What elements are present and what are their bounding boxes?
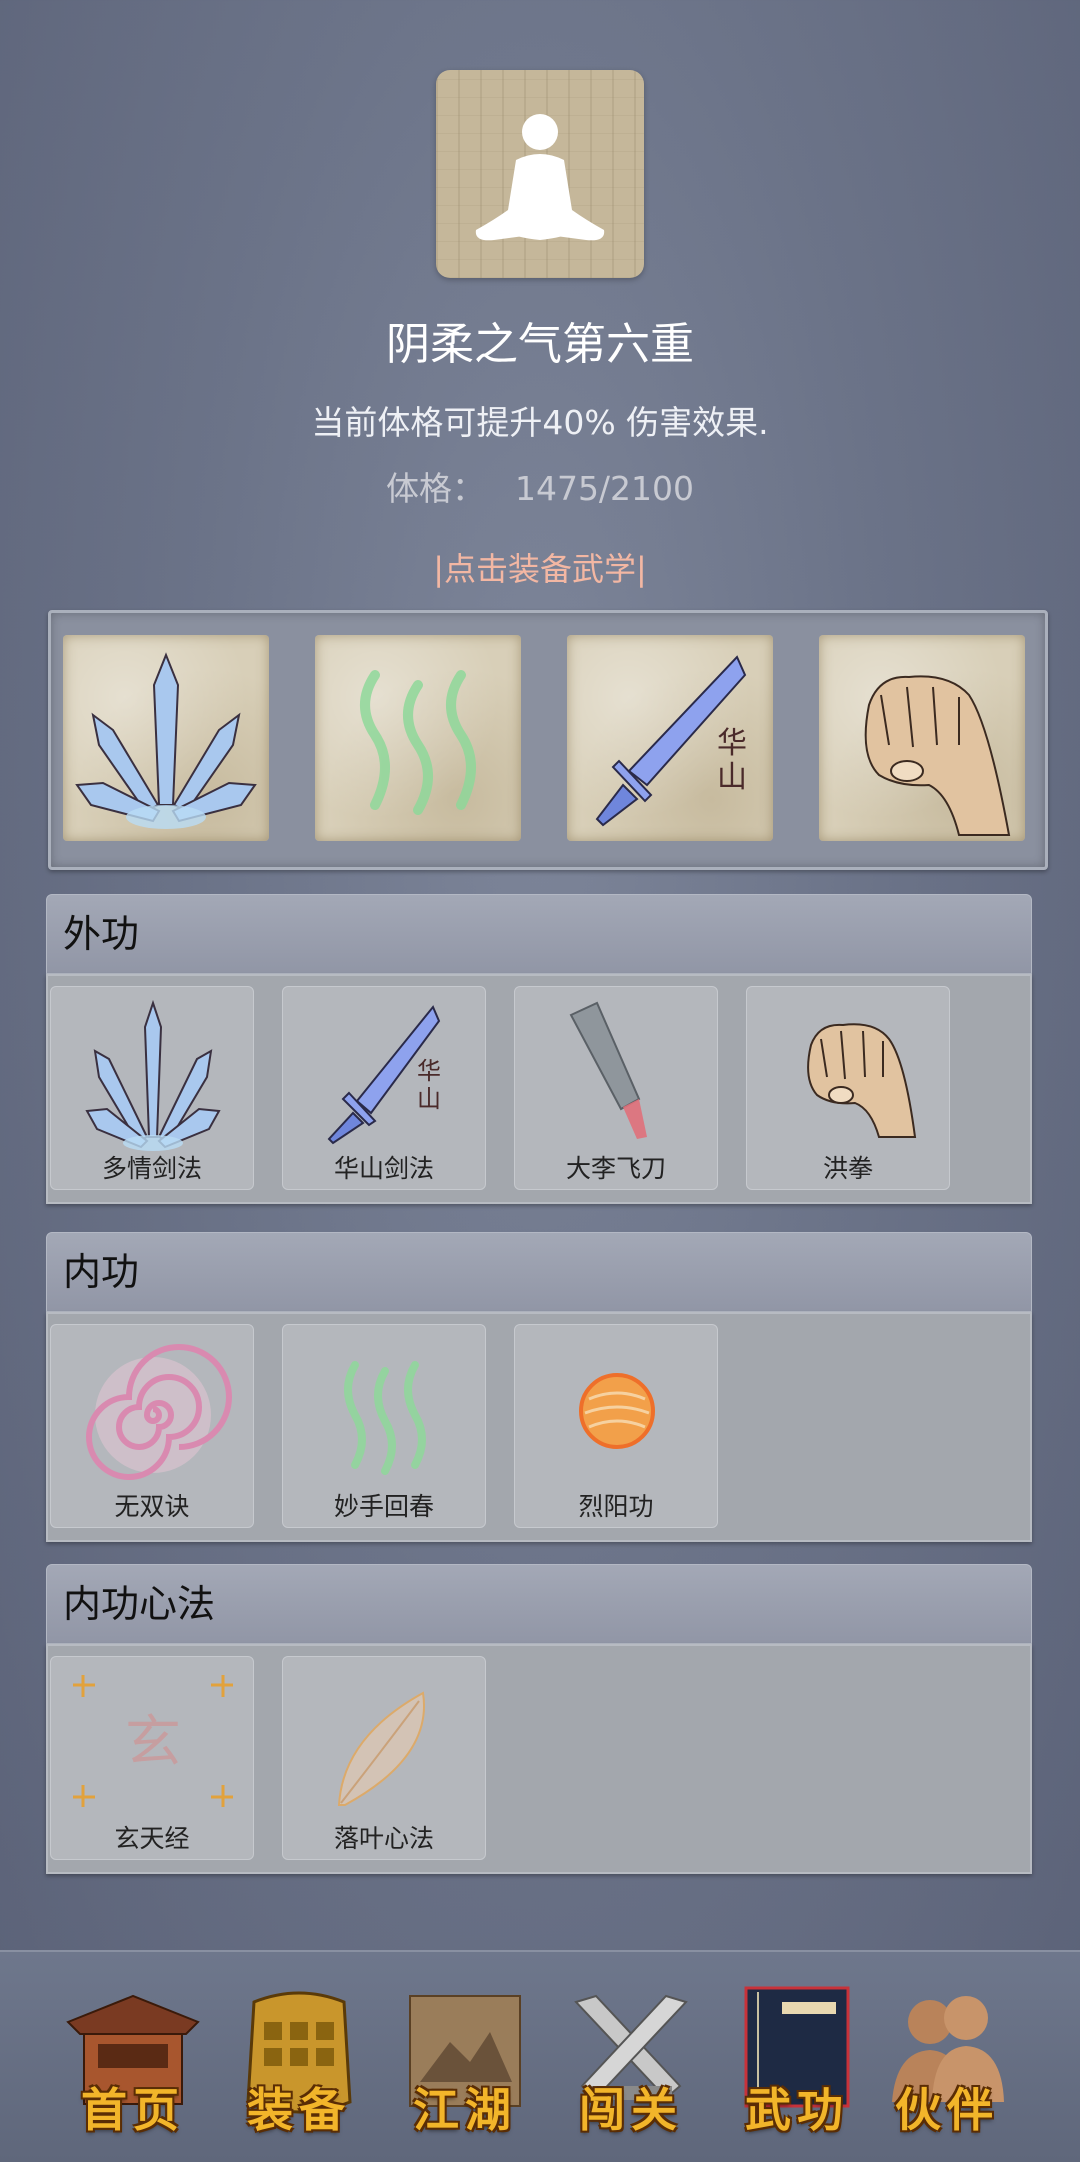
skill-card[interactable]: 洪拳: [746, 986, 950, 1190]
section-body-neigong: 无双诀 妙手回春 烈阳功: [46, 1312, 1032, 1542]
skill-name: 落叶心法: [333, 1824, 434, 1853]
section-header-xinfa: 内功心法: [46, 1564, 1032, 1644]
meditation-icon: [475, 114, 605, 241]
green-wave-icon: [344, 1361, 426, 1475]
bottom-nav: 首页 装备 江湖 闯关 武功 伙伴: [0, 1950, 1080, 2162]
equipped-slot-4[interactable]: [819, 635, 1025, 841]
xuan-scroll-icon: 玄: [73, 1675, 233, 1807]
nav-equipment[interactable]: 装备: [224, 1982, 374, 2142]
skill-description: 当前体格可提升40% 伤害效果.: [311, 403, 769, 442]
skill-name: 烈阳功: [578, 1492, 654, 1521]
nav-label: 闯关: [579, 2083, 683, 2137]
equipped-slot-3[interactable]: 华 山: [567, 635, 773, 841]
equip-skill-link[interactable]: |点击装备武学|: [0, 544, 1080, 590]
skill-card[interactable]: 华 山 华山剑法: [282, 986, 486, 1190]
skill-card[interactable]: 大李飞刀: [514, 986, 718, 1190]
nav-label: 首页: [81, 2083, 185, 2137]
skill-name: 妙手回春: [333, 1492, 434, 1521]
meditation-avatar: [436, 70, 644, 278]
physique-label: 体格：: [385, 469, 485, 508]
sun-orb-icon: [579, 1373, 655, 1449]
skill-name: 华山剑法: [333, 1154, 434, 1183]
nav-wugong[interactable]: 武功: [722, 1982, 872, 2142]
nav-jianghu[interactable]: 江湖: [390, 1982, 540, 2142]
skill-card[interactable]: 烈阳功: [514, 1324, 718, 1528]
leaf-icon: [337, 1691, 425, 1806]
nav-chuangguan[interactable]: 闯关: [556, 1982, 706, 2142]
nav-huoban[interactable]: 伙伴: [872, 1982, 1022, 2142]
nav-label: 装备: [247, 2083, 351, 2137]
skill-name: 玄天经: [114, 1824, 190, 1853]
flying-knife-icon: [569, 1001, 647, 1139]
section-body-xinfa: 玄 玄天经 落叶心法: [46, 1644, 1032, 1874]
spiral-icon: [86, 1344, 232, 1480]
skill-card[interactable]: 玄 玄天经: [50, 1656, 254, 1860]
fist-icon: [864, 675, 1011, 836]
svg-text:玄: 玄: [125, 1710, 181, 1775]
section-header-waigong: 外功: [46, 894, 1032, 974]
skill-card[interactable]: 妙手回春: [282, 1324, 486, 1528]
skill-card[interactable]: 无双诀: [50, 1324, 254, 1528]
section-body-waigong: 多情剑法 华 山 华山剑法 大李飞刀 洪拳: [46, 974, 1032, 1204]
green-wave-icon: [360, 670, 476, 815]
nav-label: 江湖: [413, 2083, 517, 2137]
equipped-slot-1[interactable]: [63, 635, 269, 841]
nav-home[interactable]: 首页: [58, 1982, 208, 2142]
crystal-blades-icon: [85, 999, 221, 1151]
skill-name: 无双诀: [114, 1492, 190, 1521]
svg-text:山: 山: [417, 1085, 441, 1113]
huashan-sword-icon: 华 山: [595, 655, 747, 827]
equipped-slot-2[interactable]: [315, 635, 521, 841]
skill-title: 阴柔之气第六重: [386, 319, 694, 370]
crystal-blades-icon: [75, 652, 257, 829]
nav-label: 伙伴: [895, 2083, 999, 2137]
huashan-sword-icon: 华 山: [327, 1005, 441, 1145]
physique-value: 1475/2100: [514, 469, 695, 508]
skill-name: 多情剑法: [101, 1154, 202, 1183]
skill-card[interactable]: 多情剑法: [50, 986, 254, 1190]
fist-icon: [807, 1023, 917, 1138]
nav-label: 武功: [745, 2083, 849, 2137]
physique-stat: 体格： 1475/2100: [0, 462, 1080, 510]
svg-text:华: 华: [717, 726, 747, 761]
skill-name: 洪拳: [822, 1154, 873, 1183]
equipped-skills-panel: 华 山: [48, 610, 1048, 870]
skill-card[interactable]: 落叶心法: [282, 1656, 486, 1860]
section-header-neigong: 内功: [46, 1232, 1032, 1312]
skill-name: 大李飞刀: [565, 1154, 666, 1183]
svg-text:山: 山: [717, 760, 747, 795]
svg-text:华: 华: [417, 1057, 441, 1085]
